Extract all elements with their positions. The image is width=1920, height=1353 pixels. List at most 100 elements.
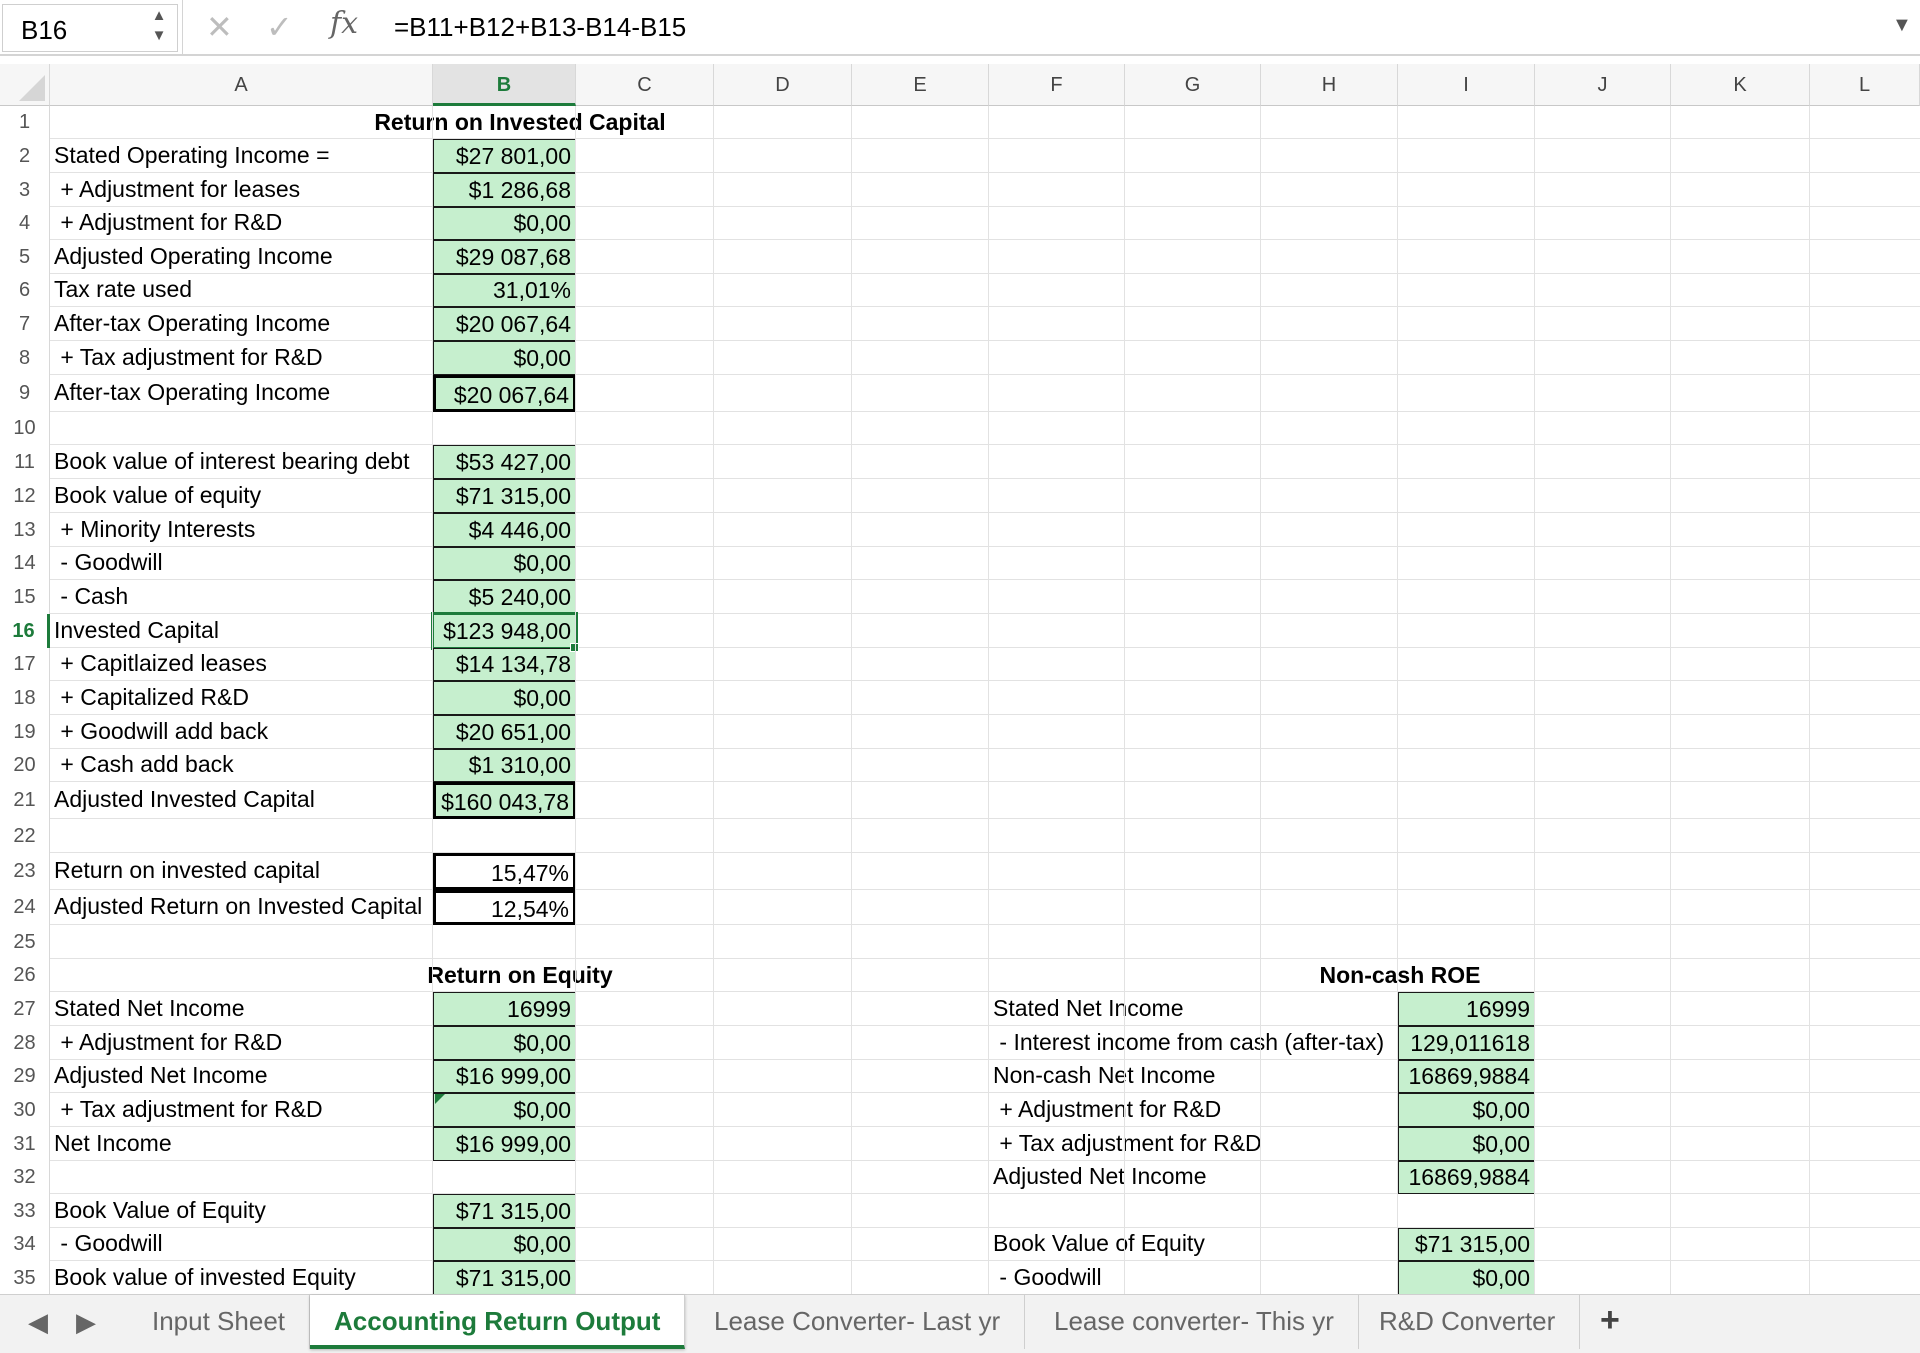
label-cell-a35[interactable]: Book value of invested Equity	[50, 1261, 433, 1294]
label-cell-a31[interactable]: Net Income	[50, 1127, 433, 1161]
value-cell-i31[interactable]: $0,00	[1398, 1127, 1535, 1161]
section-header-roe[interactable]: Return on Equity	[300, 959, 740, 992]
label-cell-a9[interactable]: After-tax Operating Income	[50, 375, 433, 412]
row-header-19[interactable]: 19	[0, 715, 50, 749]
label-cell-a28[interactable]: + Adjustment for R&D	[50, 1026, 433, 1060]
value-cell-b5[interactable]: $29 087,68	[433, 240, 576, 274]
value-cell-b9[interactable]: $20 067,64	[433, 375, 576, 412]
row-header-2[interactable]: 2	[0, 139, 50, 173]
value-cell-i27[interactable]: 16999	[1398, 992, 1535, 1026]
row-header-28[interactable]: 28	[0, 1026, 50, 1060]
row-header-23[interactable]: 23	[0, 853, 50, 890]
label-cell-a17[interactable]: + Capitlaized leases	[50, 648, 433, 681]
column-header-i[interactable]: I	[1398, 64, 1535, 106]
row-header-6[interactable]: 6	[0, 274, 50, 307]
column-header-h[interactable]: H	[1261, 64, 1398, 106]
value-cell-i29[interactable]: 16869,9884	[1398, 1060, 1535, 1093]
prev-sheet-icon[interactable]: ◀	[28, 1307, 48, 1338]
value-cell-b7[interactable]: $20 067,64	[433, 307, 576, 341]
label-cell-a4[interactable]: + Adjustment for R&D	[50, 207, 433, 240]
row-header-21[interactable]: 21	[0, 782, 50, 819]
label-cell-f27[interactable]: Stated Net Income	[989, 992, 1398, 1026]
row-header-16[interactable]: 16	[0, 614, 50, 648]
label-cell-f35[interactable]: - Goodwill	[989, 1261, 1398, 1294]
label-cell-f28[interactable]: - Interest income from cash (after-tax)	[989, 1026, 1398, 1060]
row-header-15[interactable]: 15	[0, 580, 50, 614]
value-cell-b14[interactable]: $0,00	[433, 547, 576, 580]
label-cell-a18[interactable]: + Capitalized R&D	[50, 681, 433, 715]
row-header-12[interactable]: 12	[0, 479, 50, 513]
label-cell-f34[interactable]: Book Value of Equity	[989, 1228, 1398, 1261]
row-header-3[interactable]: 3	[0, 173, 50, 207]
value-cell-b20[interactable]: $1 310,00	[433, 749, 576, 782]
label-cell-f29[interactable]: Non-cash Net Income	[989, 1060, 1398, 1093]
label-cell-a12[interactable]: Book value of equity	[50, 479, 433, 513]
value-cell-b35[interactable]: $71 315,00	[433, 1261, 576, 1294]
formula-input[interactable]: =B11+B12+B13-B14-B15	[394, 12, 686, 43]
value-cell-b33[interactable]: $71 315,00	[433, 1194, 576, 1228]
value-cell-b28[interactable]: $0,00	[433, 1026, 576, 1060]
value-cell-b21[interactable]: $160 043,78	[433, 782, 576, 819]
value-cell-b30[interactable]: $0,00	[433, 1093, 576, 1127]
value-cell-i35[interactable]: $0,00	[1398, 1261, 1535, 1294]
value-cell-b4[interactable]: $0,00	[433, 207, 576, 240]
label-cell-a16[interactable]: Invested Capital	[50, 614, 433, 648]
label-cell-a33[interactable]: Book Value of Equity	[50, 1194, 433, 1228]
column-header-f[interactable]: F	[989, 64, 1125, 106]
value-cell-b31[interactable]: $16 999,00	[433, 1127, 576, 1161]
sheet-tab-accounting-return-output[interactable]: Accounting Return Output	[310, 1295, 686, 1349]
column-header-k[interactable]: K	[1671, 64, 1810, 106]
row-header-30[interactable]: 30	[0, 1093, 50, 1127]
label-cell-a2[interactable]: Stated Operating Income =	[50, 139, 433, 173]
row-header-31[interactable]: 31	[0, 1127, 50, 1161]
row-header-7[interactable]: 7	[0, 307, 50, 341]
value-cell-i34[interactable]: $71 315,00	[1398, 1228, 1535, 1261]
label-cell-a27[interactable]: Stated Net Income	[50, 992, 433, 1026]
row-header-35[interactable]: 35	[0, 1261, 50, 1294]
label-cell-a11[interactable]: Book value of interest bearing debt	[50, 445, 433, 479]
row-header-13[interactable]: 13	[0, 513, 50, 547]
cancel-icon[interactable]: ✕	[206, 8, 233, 46]
label-cell-a3[interactable]: + Adjustment for leases	[50, 173, 433, 207]
column-header-b[interactable]: B	[433, 64, 576, 106]
row-header-5[interactable]: 5	[0, 240, 50, 274]
label-cell-f30[interactable]: + Adjustment for R&D	[989, 1093, 1398, 1127]
row-header-11[interactable]: 11	[0, 445, 50, 479]
value-cell-b8[interactable]: $0,00	[433, 341, 576, 375]
label-cell-a14[interactable]: - Goodwill	[50, 547, 433, 580]
value-cell-b2[interactable]: $27 801,00	[433, 139, 576, 173]
column-header-d[interactable]: D	[714, 64, 852, 106]
column-header-a[interactable]: A	[50, 64, 433, 106]
sheet-tab-lease-converter-last-yr[interactable]: Lease Converter- Last yr	[690, 1295, 1026, 1349]
label-cell-a6[interactable]: Tax rate used	[50, 274, 433, 307]
value-cell-b34[interactable]: $0,00	[433, 1228, 576, 1261]
label-cell-a20[interactable]: + Cash add back	[50, 749, 433, 782]
value-cell-b13[interactable]: $4 446,00	[433, 513, 576, 547]
value-cell-i28[interactable]: 129,011618	[1398, 1026, 1535, 1060]
row-header-4[interactable]: 4	[0, 207, 50, 240]
row-header-26[interactable]: 26	[0, 959, 50, 992]
row-header-24[interactable]: 24	[0, 890, 50, 925]
value-cell-i30[interactable]: $0,00	[1398, 1093, 1535, 1127]
label-cell-a7[interactable]: After-tax Operating Income	[50, 307, 433, 341]
value-cell-b6[interactable]: 31,01%	[433, 274, 576, 307]
row-header-8[interactable]: 8	[0, 341, 50, 375]
row-header-29[interactable]: 29	[0, 1060, 50, 1093]
row-header-27[interactable]: 27	[0, 992, 50, 1026]
value-cell-b16[interactable]: $123 948,00	[431, 612, 578, 650]
row-header-22[interactable]: 22	[0, 819, 50, 853]
sheet-tab-r-d-converter[interactable]: R&D Converter	[1355, 1295, 1581, 1349]
value-cell-b18[interactable]: $0,00	[433, 681, 576, 715]
label-cell-a30[interactable]: + Tax adjustment for R&D	[50, 1093, 433, 1127]
section-header-roic[interactable]: Return on Invested Capital	[300, 106, 740, 139]
row-header-25[interactable]: 25	[0, 925, 50, 959]
value-cell-b3[interactable]: $1 286,68	[433, 173, 576, 207]
row-header-10[interactable]: 10	[0, 412, 50, 445]
label-cell-a23[interactable]: Return on invested capital	[50, 853, 433, 890]
label-cell-f31[interactable]: + Tax adjustment for R&D	[989, 1127, 1398, 1161]
label-cell-a34[interactable]: - Goodwill	[50, 1228, 433, 1261]
column-header-e[interactable]: E	[852, 64, 989, 106]
spreadsheet-grid[interactable]: ABCDEFGHIJKL 1 2 3 4 5 6 7 8 9 10 11 12 13 14 15 16 17 18…	[0, 64, 1920, 1294]
row-header-34[interactable]: 34	[0, 1228, 50, 1261]
label-cell-a15[interactable]: - Cash	[50, 580, 433, 614]
